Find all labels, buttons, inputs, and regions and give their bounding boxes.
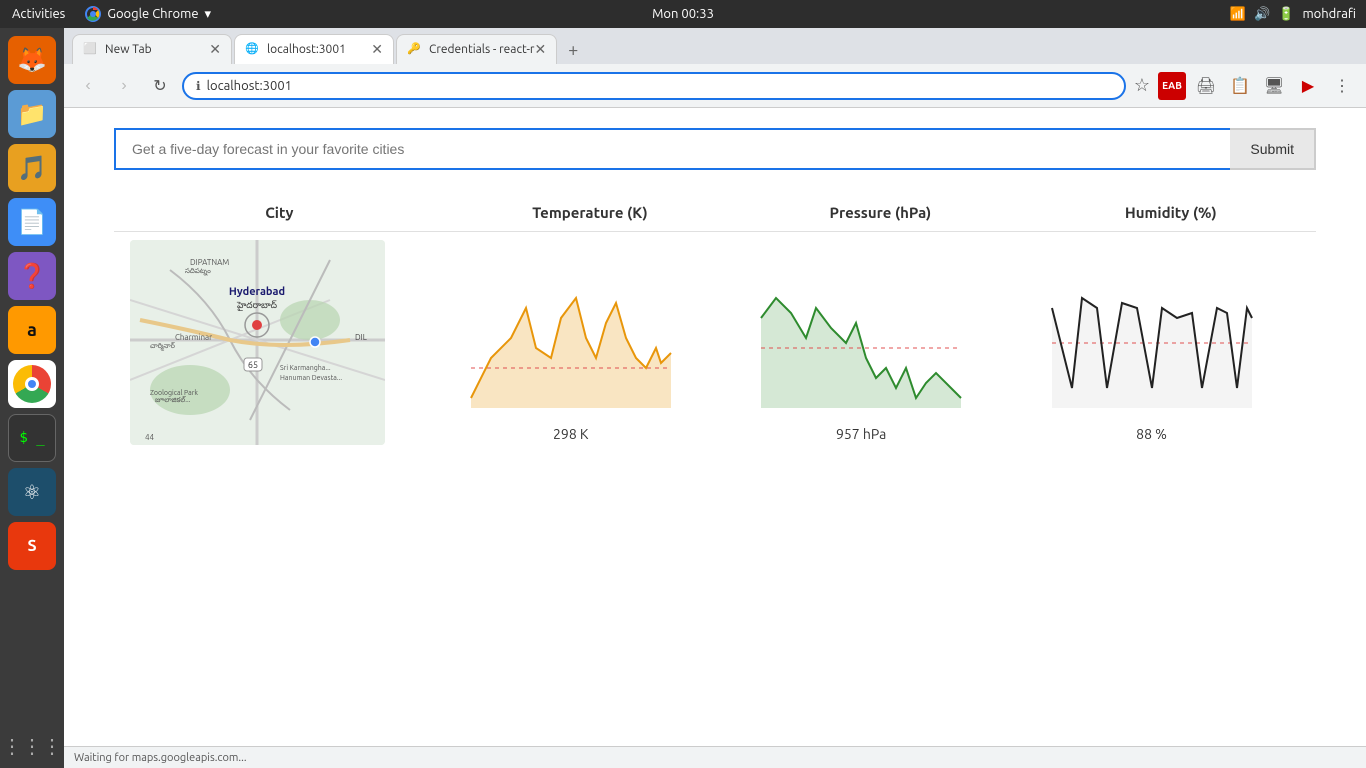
tab-credentials[interactable]: 🔑 Credentials - react-r ✕ (396, 34, 557, 64)
temperature-chart: 298 K (461, 258, 681, 428)
svg-text:జూలాజికల్...: జూలాజికల్... (155, 396, 191, 404)
username: mohdrafi (1302, 7, 1356, 21)
back-button[interactable]: ‹ (74, 72, 102, 100)
chrome-menu[interactable]: Google Chrome ▾ (77, 6, 219, 22)
sidebar-item-firefox[interactable]: 🦊 (8, 36, 56, 84)
extension-icon-2[interactable]: 🖨 (1192, 72, 1220, 100)
localhost-favicon: 🌐 (245, 42, 261, 58)
svg-text:Hanuman Devasta...: Hanuman Devasta... (280, 374, 342, 382)
svg-text:హైదరాబాద్: హైదరాబాద్ (236, 300, 278, 311)
credentials-tab-label: Credentials - react-r (429, 43, 534, 56)
sidebar: 🦊 📁 🎵 📄 ❓ a $ _ ⚛ S ⋮⋮⋮ (0, 28, 64, 768)
address-bar: ‹ › ↻ ℹ localhost:3001 ☆ EAB 🖨 📋 🖥 ▶ ⋮ (64, 64, 1366, 108)
table-row: Hyderabad హైదరాబాద్ Charminar Zoological… (114, 232, 1316, 454)
chrome-logo-icon (85, 6, 101, 22)
svg-text:65: 65 (248, 360, 258, 370)
search-container: Submit (114, 128, 1316, 170)
volume-icon: 🔊 (1254, 7, 1270, 22)
col-header-pressure: Pressure (hPa) (735, 194, 1025, 232)
chrome-menu-button[interactable]: ⋮ (1328, 72, 1356, 100)
svg-text:చార్మినార్: చార్మినార్ (150, 342, 176, 351)
humidity-value: 88 % (1042, 426, 1262, 442)
status-text: Waiting for maps.googleapis.com... (74, 752, 247, 764)
os-taskbar: Activities Google Chrome ▾ Mon 00:33 📶 🔊… (0, 0, 1366, 28)
forward-button[interactable]: › (110, 72, 138, 100)
submit-button[interactable]: Submit (1230, 128, 1316, 170)
sidebar-item-amazon[interactable]: a (8, 306, 56, 354)
system-clock: Mon 00:33 (652, 7, 714, 21)
humidity-cell: 88 % (1026, 232, 1316, 454)
status-bar: Waiting for maps.googleapis.com... (64, 746, 1366, 768)
url-bar[interactable]: ℹ localhost:3001 (182, 72, 1126, 100)
page-content: Submit City Temperature (K) Pressure (hP… (64, 108, 1366, 768)
new-tab-label: New Tab (105, 43, 152, 56)
sidebar-item-music[interactable]: 🎵 (8, 144, 56, 192)
tab-new-tab[interactable]: ⬜ New Tab ✕ (72, 34, 232, 64)
sidebar-item-terminal[interactable]: $ _ (8, 414, 56, 462)
temperature-cell: 298 K (445, 232, 735, 454)
new-tab-close[interactable]: ✕ (209, 41, 221, 58)
sidebar-item-files[interactable]: 📁 (8, 90, 56, 138)
sidebar-apps-grid[interactable]: ⋮⋮⋮ (2, 734, 62, 758)
wifi-icon: 📶 (1230, 7, 1246, 22)
temperature-value: 298 K (461, 426, 681, 442)
battery-icon: 🔋 (1278, 7, 1294, 22)
reload-button[interactable]: ↻ (146, 72, 174, 100)
humidity-svg (1042, 258, 1262, 418)
activities-button[interactable]: Activities (0, 7, 77, 21)
tab-bar: ⬜ New Tab ✕ 🌐 localhost:3001 ✕ 🔑 Credent… (64, 28, 1366, 64)
sidebar-item-chrome[interactable] (8, 360, 56, 408)
new-tab-button[interactable]: + (559, 36, 587, 64)
data-table: City Temperature (K) Pressure (hPa) Humi… (114, 194, 1316, 453)
sidebar-item-atom[interactable]: ⚛ (8, 468, 56, 516)
sidebar-item-help[interactable]: ❓ (8, 252, 56, 300)
lock-icon: ℹ (196, 79, 201, 93)
sidebar-item-slides[interactable]: S (8, 522, 56, 570)
col-header-temperature: Temperature (K) (445, 194, 735, 232)
svg-text:44: 44 (145, 433, 155, 442)
city-map: Hyderabad హైదరాబాద్ Charminar Zoological… (130, 240, 385, 445)
pressure-chart: 957 hPa (751, 258, 971, 428)
system-tray: 📶 🔊 🔋 mohdrafi (1230, 7, 1366, 22)
url-text: localhost:3001 (207, 79, 292, 93)
extension-icon-5[interactable]: ▶ (1294, 72, 1322, 100)
chrome-dropdown-icon[interactable]: ▾ (205, 7, 212, 22)
extension-icon-3[interactable]: 📋 (1226, 72, 1254, 100)
search-input[interactable] (114, 128, 1230, 170)
svg-text:Charminar: Charminar (175, 333, 212, 342)
tab-localhost[interactable]: 🌐 localhost:3001 ✕ (234, 34, 394, 64)
svg-text:DIPATNAM: DIPATNAM (190, 258, 229, 267)
temperature-svg (461, 258, 681, 418)
city-cell: Hyderabad హైదరాబాద్ Charminar Zoological… (114, 232, 445, 454)
credentials-favicon: 🔑 (407, 42, 423, 58)
credentials-tab-close[interactable]: ✕ (534, 41, 546, 58)
svg-text:Sri Karmangha...: Sri Karmangha... (280, 364, 331, 372)
toolbar-icons: EAB 🖨 📋 🖥 ▶ ⋮ (1158, 72, 1356, 100)
new-tab-favicon: ⬜ (83, 42, 99, 58)
browser-window: ⬜ New Tab ✕ 🌐 localhost:3001 ✕ 🔑 Credent… (64, 28, 1366, 768)
bookmark-star[interactable]: ☆ (1134, 75, 1150, 96)
hyderabad-map: Hyderabad హైదరాబాద్ Charminar Zoological… (130, 240, 385, 445)
svg-text:DIL: DIL (355, 333, 367, 342)
chrome-label: Google Chrome (107, 7, 198, 21)
pressure-cell: 957 hPa (735, 232, 1025, 454)
sidebar-item-docs[interactable]: 📄 (8, 198, 56, 246)
svg-text:సదిపట్నం: సదిపట్నం (185, 267, 211, 276)
localhost-tab-label: localhost:3001 (267, 43, 346, 56)
extension-icon-4[interactable]: 🖥 (1260, 72, 1288, 100)
col-header-humidity: Humidity (%) (1026, 194, 1316, 232)
localhost-tab-close[interactable]: ✕ (371, 41, 383, 58)
pressure-value: 957 hPa (751, 426, 971, 442)
extension-icon-1[interactable]: EAB (1158, 72, 1186, 100)
humidity-chart: 88 % (1042, 258, 1262, 428)
pressure-svg (751, 258, 971, 418)
col-header-city: City (114, 194, 445, 232)
svg-text:Hyderabad: Hyderabad (229, 286, 285, 298)
